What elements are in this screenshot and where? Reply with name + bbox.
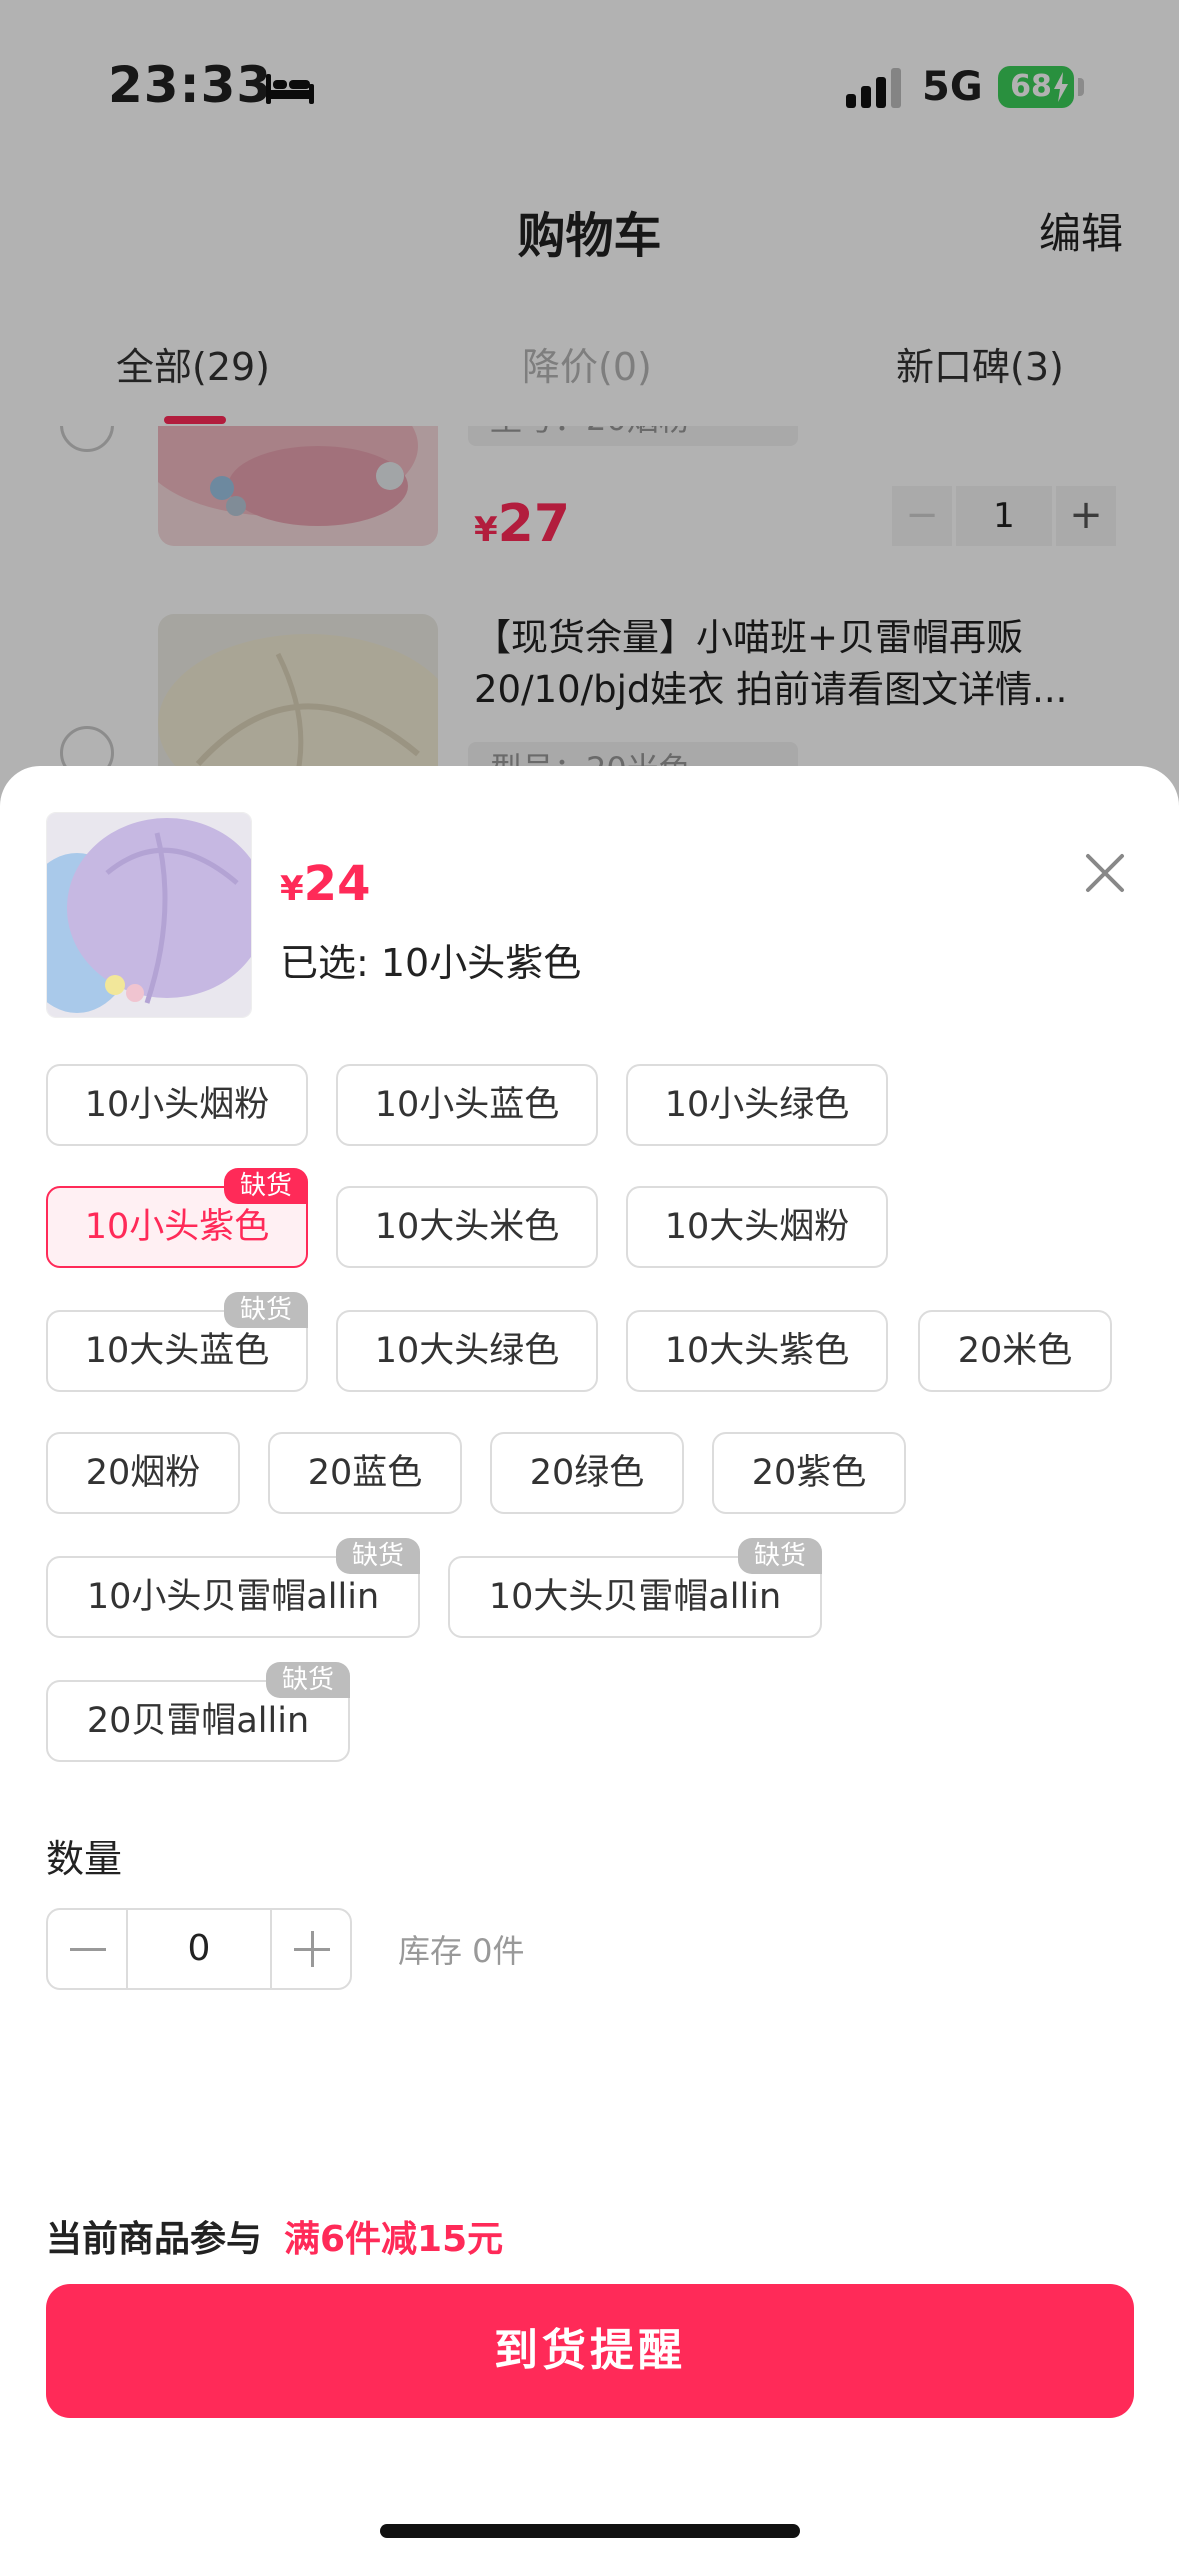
option-label: 10大头贝雷帽allin [488,1577,782,1617]
promo-discount: 满6件减15元 [284,2219,504,2260]
restock-notify-button[interactable]: 到货提醒 [46,2284,1134,2418]
currency-symbol: ¥ [280,869,304,909]
price-value: 24 [303,856,371,912]
option-chip-selected[interactable]: 10小头紫色 缺货 [46,1168,308,1268]
quantity-stepper: 0 [46,1908,352,1990]
option-chip[interactable]: 10大头紫色 [626,1310,888,1392]
option-label: 10大头绿色 [374,1331,560,1371]
option-label: 10大头蓝色 [84,1331,270,1371]
option-label: 20紫色 [751,1453,867,1493]
out-of-stock-badge: 缺货 [335,1538,420,1574]
option-chip[interactable]: 20烟粉 [46,1432,240,1514]
option-chip[interactable]: 10大头贝雷帽allin 缺货 [448,1538,822,1638]
close-icon[interactable] [1080,848,1130,898]
option-chip[interactable]: 10小头烟粉 [46,1064,308,1146]
option-chip[interactable]: 20贝雷帽allin 缺货 [46,1662,350,1762]
option-label: 10大头紫色 [664,1331,850,1371]
option-label: 10小头绿色 [664,1085,850,1125]
option-label: 10小头贝雷帽allin [86,1577,380,1617]
option-label: 10大头米色 [374,1207,560,1247]
option-chip[interactable]: 10大头蓝色 缺货 [46,1292,308,1392]
out-of-stock-badge: 缺货 [265,1662,350,1698]
quantity-input[interactable]: 0 [128,1910,270,1988]
option-chip[interactable]: 10小头绿色 [626,1064,888,1146]
option-chip[interactable]: 20紫色 [712,1432,906,1514]
out-of-stock-badge: 缺货 [737,1538,822,1574]
option-chip[interactable]: 20绿色 [490,1432,684,1514]
option-label: 10小头蓝色 [374,1085,560,1125]
option-label: 10小头烟粉 [84,1085,270,1125]
sheet-price: ¥24 [280,856,370,912]
option-label: 10小头紫色 [84,1207,270,1247]
home-indicator[interactable] [380,2524,800,2538]
sku-sheet: ¥24 已选: 10小头紫色 10小头烟粉 10小头蓝色 10小头绿色 10小头… [0,766,1179,2556]
out-of-stock-badge: 缺货 [223,1292,308,1328]
option-chip[interactable]: 20蓝色 [268,1432,462,1514]
option-label: 20蓝色 [307,1453,423,1493]
option-chip[interactable]: 20米色 [918,1310,1112,1392]
option-label: 20绿色 [529,1453,645,1493]
option-chip[interactable]: 10小头贝雷帽allin 缺货 [46,1538,420,1638]
option-label: 10大头烟粉 [664,1207,850,1247]
selected-variant: 已选: 10小头紫色 [280,941,582,985]
option-label: 20米色 [957,1331,1073,1371]
promo-label: 当前商品参与 [46,2219,263,2260]
decrease-quantity-button[interactable] [48,1910,128,1988]
stock-text: 库存 0件 [398,1932,525,1970]
option-chip[interactable]: 10小头蓝色 [336,1064,598,1146]
option-chip[interactable]: 10大头米色 [336,1186,598,1268]
option-label: 20贝雷帽allin [86,1701,310,1741]
option-chip[interactable]: 10大头烟粉 [626,1186,888,1268]
quantity-label: 数量 [46,1837,123,1881]
option-label: 20烟粉 [85,1453,201,1493]
increase-quantity-button[interactable] [270,1910,350,1988]
product-thumbnail[interactable] [46,812,252,1018]
out-of-stock-badge: 缺货 [223,1168,308,1204]
purple-hat-image [47,813,251,1017]
option-chip[interactable]: 10大头绿色 [336,1310,598,1392]
